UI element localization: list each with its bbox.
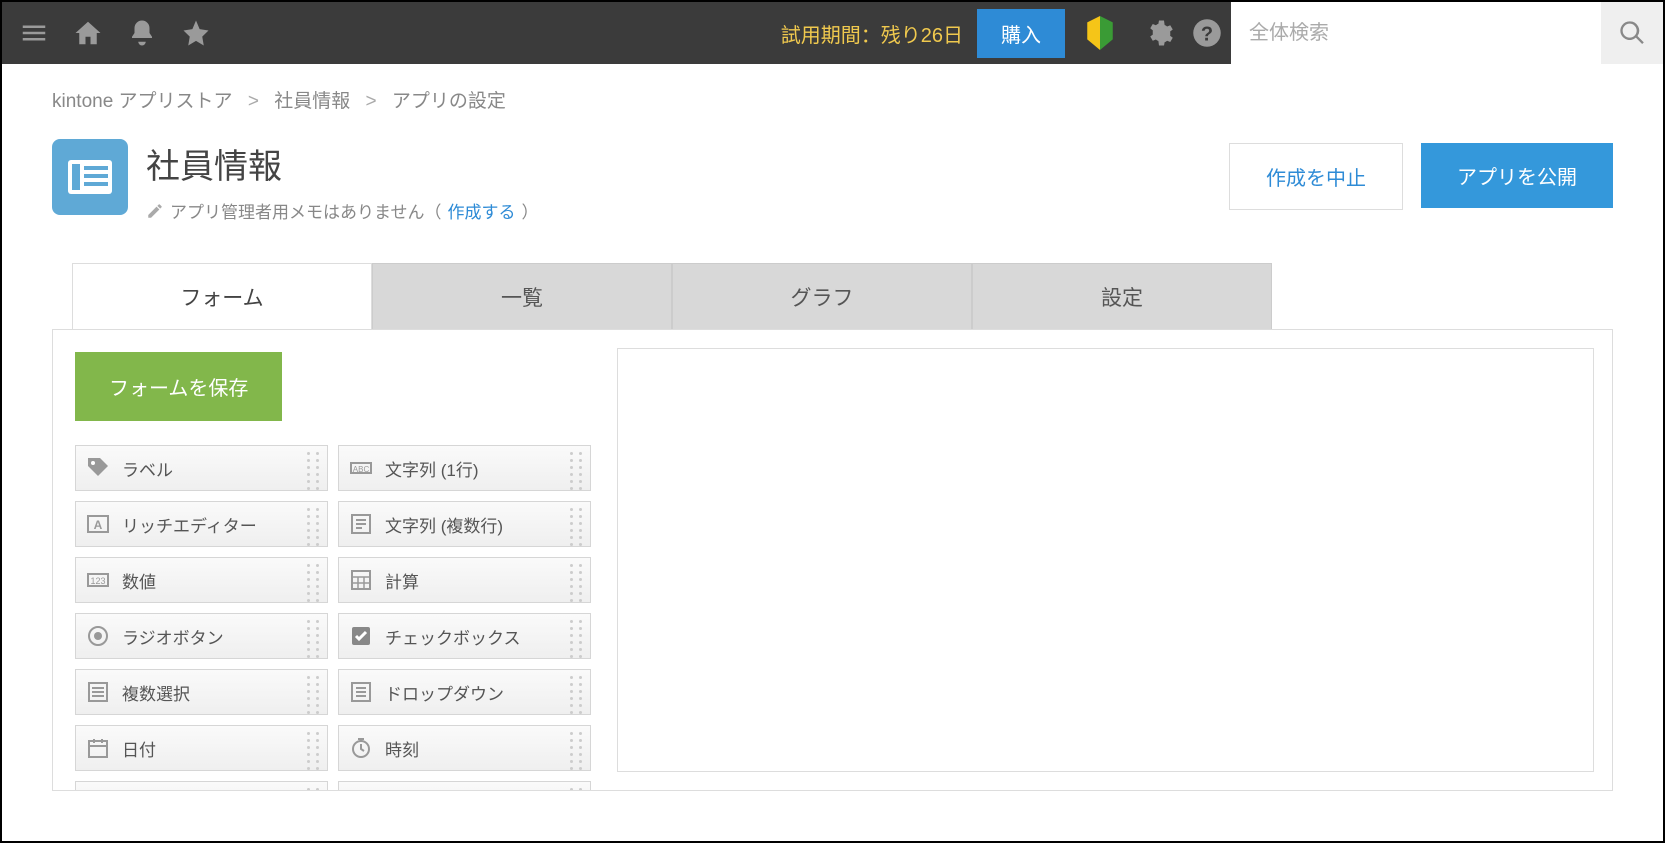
page-title: 社員情報 [146, 139, 1229, 188]
form-canvas[interactable] [617, 348, 1594, 772]
breadcrumb: kintone アプリストア > 社員情報 > アプリの設定 [2, 64, 1663, 113]
field-icon [84, 736, 112, 760]
create-memo-link[interactable]: 作成する [448, 198, 516, 223]
app-icon [52, 139, 128, 215]
bell-icon[interactable] [118, 9, 166, 57]
field-item[interactable]: 123 数値 [75, 557, 328, 603]
star-icon[interactable] [172, 9, 220, 57]
svg-text:ABC: ABC [353, 465, 370, 474]
field-item[interactable]: ABC 文字列 (1行) [338, 445, 591, 491]
field-label: 文字列 (1行) [385, 456, 479, 481]
field-item[interactable]: 添付ファイル [338, 781, 591, 790]
field-label: ドロップダウン [385, 680, 504, 705]
field-item[interactable]: 日付 [75, 725, 328, 771]
help-icon[interactable]: ? [1183, 9, 1231, 57]
field-icon [84, 680, 112, 704]
field-icon [347, 624, 375, 648]
field-label: 文字列 (複数行) [385, 512, 503, 537]
field-item[interactable]: 複数選択 [75, 669, 328, 715]
field-label: 計算 [385, 568, 419, 593]
svg-text:123: 123 [90, 576, 105, 586]
save-form-button[interactable]: フォームを保存 [75, 352, 282, 421]
app-memo: アプリ管理者用メモはありません（作成する） [146, 198, 1229, 223]
field-item[interactable]: ラジオボタン [75, 613, 328, 659]
field-item[interactable]: ラベル [75, 445, 328, 491]
tabs: フォーム 一覧 グラフ 設定 [72, 263, 1663, 329]
home-icon[interactable] [64, 9, 112, 57]
trial-text: 試用期間：残り26日 [781, 19, 963, 48]
field-item[interactable]: 文字列 (複数行) [338, 501, 591, 547]
field-item[interactable]: チェックボックス [338, 613, 591, 659]
field-icon [84, 456, 112, 480]
search-input[interactable] [1231, 2, 1601, 64]
field-icon [347, 568, 375, 592]
field-icon [347, 680, 375, 704]
field-label: ラベル [122, 456, 173, 481]
field-label: 数値 [122, 568, 156, 593]
svg-text:?: ? [1201, 24, 1213, 46]
tab-form[interactable]: フォーム [72, 263, 372, 329]
field-label: リッチエディター [122, 512, 257, 537]
field-palette: フォームを保存 ラベル ABC 文字列 (1行) A リッチエディター 文字列 (複数行)… [53, 330, 613, 790]
buy-button[interactable]: 購入 [977, 9, 1065, 58]
field-item[interactable]: A リッチエディター [75, 501, 328, 547]
tab-graph[interactable]: グラフ [672, 263, 972, 329]
field-label: 時刻 [385, 736, 419, 761]
gear-icon[interactable] [1135, 9, 1183, 57]
tab-list[interactable]: 一覧 [372, 263, 672, 329]
field-icon [347, 512, 375, 536]
field-label: チェックボックス [385, 624, 521, 649]
field-icon [84, 624, 112, 648]
field-icon: ABC [347, 456, 375, 480]
field-item[interactable]: 計算 [338, 557, 591, 603]
tab-settings[interactable]: 設定 [972, 263, 1272, 329]
field-icon: A [84, 512, 112, 536]
field-label: ラジオボタン [122, 624, 224, 649]
top-bar: 試用期間：残り26日 購入 ? [2, 2, 1663, 64]
breadcrumb-item[interactable]: 社員情報 [274, 91, 350, 112]
field-item[interactable]: ドロップダウン [338, 669, 591, 715]
breadcrumb-item[interactable]: kintone アプリストア [52, 91, 233, 112]
publish-button[interactable]: アプリを公開 [1421, 143, 1613, 208]
svg-text:A: A [94, 518, 103, 532]
field-item[interactable]: 日時 [75, 781, 328, 790]
beginner-icon[interactable] [1083, 16, 1117, 50]
edit-icon [146, 202, 164, 220]
menu-icon[interactable] [10, 9, 58, 57]
field-label: 日付 [122, 736, 156, 761]
breadcrumb-item: アプリの設定 [392, 91, 506, 112]
field-icon: 123 [84, 568, 112, 592]
cancel-button[interactable]: 作成を中止 [1229, 143, 1403, 210]
field-item[interactable]: 時刻 [338, 725, 591, 771]
form-builder: フォームを保存 ラベル ABC 文字列 (1行) A リッチエディター 文字列 (複数行)… [52, 329, 1613, 791]
field-label: 複数選択 [122, 680, 190, 705]
field-icon [347, 736, 375, 760]
search-button[interactable] [1601, 2, 1663, 64]
